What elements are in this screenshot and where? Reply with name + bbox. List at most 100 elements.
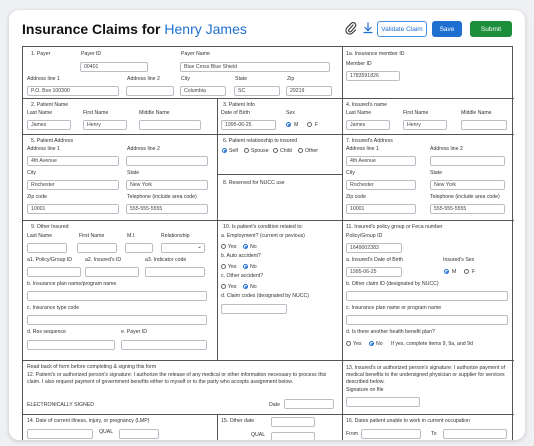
sex-m-radio[interactable] bbox=[286, 122, 291, 127]
submit-button[interactable]: Submit bbox=[470, 21, 512, 37]
yes-label: Yes bbox=[353, 341, 362, 347]
payer-zip-input[interactable]: 29219 bbox=[286, 86, 332, 96]
patient-tel-input[interactable]: 555-555-5555 bbox=[126, 204, 208, 214]
other-payer-id-input[interactable] bbox=[121, 340, 207, 350]
group-id-input[interactable]: 1649002383 bbox=[346, 243, 402, 253]
payer-id-input[interactable]: 00401 bbox=[80, 62, 148, 72]
patient-last-name-input[interactable]: James bbox=[27, 120, 71, 130]
first-name-label: First Name bbox=[403, 110, 429, 116]
rel-child-label: Child bbox=[280, 148, 292, 154]
payer-state-input[interactable]: SC bbox=[234, 86, 280, 96]
payer-name-input[interactable]: Blue Cross Blue Shield bbox=[180, 62, 330, 72]
patient-state-input[interactable]: New York bbox=[126, 180, 208, 190]
insured-first-name-input[interactable]: Henry bbox=[403, 120, 447, 130]
divider bbox=[23, 134, 514, 135]
insured-city-input[interactable]: Rochester bbox=[346, 180, 416, 190]
auto-no-radio[interactable] bbox=[243, 264, 248, 269]
plan-name-input[interactable] bbox=[346, 315, 508, 325]
insured-sex-f-radio[interactable] bbox=[464, 269, 469, 274]
other-last-input[interactable] bbox=[27, 243, 67, 253]
illness-qual-input[interactable] bbox=[119, 429, 159, 439]
patient-addr1-input[interactable]: 4th Avenue bbox=[27, 156, 119, 166]
sec6-title: 6. Patient relationship to insured bbox=[223, 138, 298, 144]
member-id-input[interactable]: 1783591826 bbox=[346, 71, 400, 81]
rel-other-radio[interactable] bbox=[298, 148, 303, 153]
rel-child-radio[interactable] bbox=[273, 148, 278, 153]
a2-label: a2. Insured's ID bbox=[85, 257, 122, 263]
insured-state-input[interactable]: New York bbox=[430, 180, 505, 190]
employment-yes-radio[interactable] bbox=[221, 244, 226, 249]
signature-date-input[interactable] bbox=[284, 399, 334, 409]
other-accident-no-radio[interactable] bbox=[243, 284, 248, 289]
insured-tel-input[interactable]: 555-555-5555 bbox=[430, 204, 505, 214]
other-date-qual-input[interactable] bbox=[271, 432, 315, 440]
a3-label: a3. Indicator code bbox=[145, 257, 187, 263]
other-mi-label: M.I. bbox=[127, 233, 136, 239]
other-claim-input[interactable] bbox=[346, 291, 508, 301]
patient-dob-input[interactable]: 1995-06-25 bbox=[221, 120, 276, 130]
sex-m-label: M bbox=[294, 122, 299, 128]
patient-middle-name-input[interactable] bbox=[139, 120, 201, 130]
type-input[interactable] bbox=[27, 315, 207, 325]
auto-yes-radio[interactable] bbox=[221, 264, 226, 269]
plan-input[interactable] bbox=[27, 291, 207, 301]
patient-first-name-input[interactable]: Henry bbox=[83, 120, 127, 130]
electronically-signed: ELECTRONICALLY SIGNED bbox=[27, 402, 94, 408]
signature-input[interactable] bbox=[346, 397, 420, 407]
rel-self-label: Self bbox=[229, 148, 238, 154]
rel-spouse-radio[interactable] bbox=[244, 148, 249, 153]
page-title: Insurance Claims for Henry James bbox=[22, 21, 247, 37]
other-date-input[interactable] bbox=[271, 417, 315, 427]
unable-from-input[interactable] bbox=[361, 429, 421, 439]
unable-to-input[interactable] bbox=[443, 429, 507, 439]
patient-addr2-input[interactable] bbox=[126, 156, 208, 166]
employment-no-radio[interactable] bbox=[243, 244, 248, 249]
patient-zip-input[interactable]: 10001 bbox=[27, 204, 119, 214]
addr1-label: Address line 1 bbox=[27, 76, 60, 82]
a2-input[interactable] bbox=[85, 267, 139, 277]
payer-city-input[interactable]: Columbia bbox=[180, 86, 226, 96]
claim-codes-input[interactable] bbox=[221, 304, 287, 314]
another-plan-no-radio[interactable] bbox=[369, 341, 374, 346]
a3-input[interactable] bbox=[145, 267, 205, 277]
save-button[interactable]: Save bbox=[432, 21, 462, 37]
insured-addr1-input[interactable]: 4th Avenue bbox=[346, 156, 416, 166]
zip-label: Zip code bbox=[27, 194, 47, 200]
other-last-label: Last Name bbox=[27, 233, 53, 239]
divider bbox=[23, 220, 514, 221]
auto-label: b. Auto accident? bbox=[221, 253, 261, 259]
state-label: State bbox=[430, 170, 443, 176]
other-mi-input[interactable] bbox=[125, 243, 153, 253]
insured-dob-input[interactable]: 1995-06-25 bbox=[346, 267, 402, 277]
insured-sex-m-radio[interactable] bbox=[444, 269, 449, 274]
payer-id-label: Payer ID bbox=[81, 51, 102, 57]
sec16-title: 16. Dates patient unable to work in curr… bbox=[346, 418, 470, 424]
illness-date-input[interactable] bbox=[27, 429, 93, 439]
other-first-input[interactable] bbox=[77, 243, 117, 253]
no-label: No bbox=[376, 341, 383, 347]
plan-label: b. Insurance plan name/program name bbox=[27, 281, 117, 287]
insured-middle-name-input[interactable] bbox=[461, 120, 507, 130]
sec12-text: 12. Patient's or authorized person's sig… bbox=[27, 372, 327, 385]
tel-label: Telephone (include area code) bbox=[127, 194, 197, 200]
insured-last-name-input[interactable]: James bbox=[346, 120, 390, 130]
insured-zip-input[interactable]: 10001 bbox=[346, 204, 416, 214]
payer-addr2-input[interactable] bbox=[126, 86, 174, 96]
rel-self-radio[interactable] bbox=[222, 148, 227, 153]
other-accident-yes-radio[interactable] bbox=[221, 284, 226, 289]
yes-label: Yes bbox=[228, 244, 237, 250]
a1-input[interactable] bbox=[27, 267, 81, 277]
middle-name-label: Middle Name bbox=[461, 110, 492, 116]
tel-label: Telephone (include area code) bbox=[430, 194, 500, 200]
paperclip-icon[interactable] bbox=[344, 21, 358, 35]
rel-other-label: Other bbox=[305, 148, 318, 154]
seq-input[interactable] bbox=[27, 340, 115, 350]
payer-addr1-input[interactable]: P.O. Box 100300 bbox=[27, 86, 119, 96]
insured-addr2-input[interactable] bbox=[430, 156, 505, 166]
download-icon[interactable] bbox=[361, 21, 375, 35]
sex-f-radio[interactable] bbox=[307, 122, 312, 127]
employment-label: a. Employment? (current or pevious) bbox=[221, 233, 305, 239]
patient-city-input[interactable]: Rochester bbox=[27, 180, 119, 190]
another-plan-yes-radio[interactable] bbox=[346, 341, 351, 346]
validate-claim-button[interactable]: Validate Claim bbox=[377, 21, 427, 37]
